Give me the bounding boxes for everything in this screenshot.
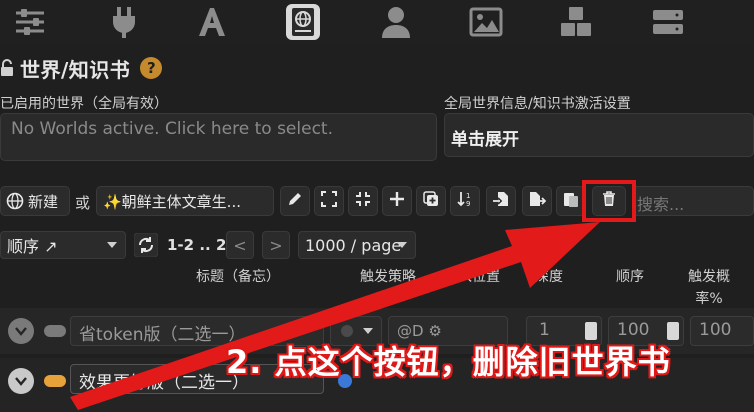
expand-icon (320, 190, 338, 212)
world-book-select[interactable]: ✨朝鲜主体文章生... (96, 186, 274, 216)
col-title: 标题（备忘） (196, 269, 280, 285)
annotation-text: 2. 点这个按钮，删除旧世界书 (226, 343, 671, 381)
global-settings-drawer[interactable]: 单击展开 (444, 113, 754, 157)
new-world-button[interactable]: 新建 (0, 186, 70, 216)
server-icon[interactable] (648, 2, 688, 42)
new-world-label: 新建 (28, 192, 59, 211)
panel-header: 世界/知识书 ? (0, 54, 163, 82)
plus-icon (388, 190, 406, 212)
chevron-down-icon (397, 242, 407, 248)
page-title: 世界/知识书 (20, 57, 131, 82)
chevron-down-icon[interactable] (8, 368, 34, 394)
chevron-down-icon (363, 328, 373, 334)
per-page-value: 1000 / page (305, 235, 402, 255)
entry-title: 效果更好版（二选一） (79, 373, 249, 393)
chevron-down-icon (107, 242, 117, 248)
page-range: 1-2 .. 2 (167, 236, 227, 254)
per-page-select[interactable]: 1000 / page (298, 231, 416, 259)
file-import-icon (492, 190, 510, 212)
next-page-button[interactable]: > (262, 231, 290, 259)
entry-toggle[interactable] (44, 325, 66, 337)
active-worlds-label: 已启用的世界（全局有效） (0, 96, 168, 112)
unlock-icon[interactable] (0, 59, 14, 77)
probability-input[interactable]: 100 (690, 316, 754, 346)
expand-all-button[interactable] (314, 186, 344, 216)
entry-title: 省token版（二选一） (79, 325, 246, 345)
expand-label: 单击展开 (451, 130, 519, 150)
or-label: 或 (75, 194, 91, 212)
cubes-icon[interactable] (556, 2, 596, 42)
entry-toggle[interactable] (44, 375, 66, 387)
compress-icon (354, 190, 372, 212)
duplicate-button[interactable] (416, 186, 446, 216)
globe-icon (6, 192, 24, 210)
plug-icon[interactable] (104, 2, 144, 42)
image-icon[interactable] (466, 2, 506, 42)
svg-text:9: 9 (466, 200, 470, 208)
copy-plus-icon (422, 190, 440, 212)
col-position: 插入位置 (444, 269, 500, 285)
col-depth: 深度 (535, 269, 563, 285)
active-worlds-select[interactable]: No Worlds active. Click here to select. (0, 113, 437, 161)
col-probability: 触发概 率% (688, 269, 730, 307)
sort-value: 顺序 ↗ (7, 237, 58, 256)
sort-numeric-icon: 19 (456, 190, 474, 212)
world-info-panel: 世界/知识书 ? 已启用的世界（全局有效） No Worlds active. … (0, 0, 754, 412)
sort-select[interactable]: 顺序 ↗ (0, 231, 126, 259)
search-input[interactable]: 搜索... (632, 186, 754, 216)
prev-page-button[interactable]: < (226, 231, 254, 259)
rename-button[interactable] (280, 186, 310, 216)
world-book-icon[interactable] (286, 4, 320, 40)
user-icon[interactable] (376, 2, 416, 42)
pencil-icon (286, 190, 304, 212)
sliders-icon[interactable] (10, 2, 50, 42)
global-settings-label: 全局世界信息/知识书激活设置 (444, 96, 631, 112)
search-placeholder: 搜索... (637, 195, 685, 214)
highlight-box (582, 180, 636, 222)
entry-probability: 100 (699, 320, 732, 340)
add-entry-button[interactable] (382, 186, 412, 216)
world-book-name: ✨朝鲜主体文章生... (103, 192, 241, 211)
collapse-all-button[interactable] (348, 186, 378, 216)
sort-button[interactable]: 19 (450, 186, 480, 216)
paste-icon (562, 190, 580, 212)
col-trigger-strategy: 触发策略 (360, 269, 416, 285)
file-export-icon (528, 190, 547, 212)
export-button[interactable] (522, 186, 552, 216)
col-order: 顺序 (616, 269, 644, 285)
svg-text:1: 1 (466, 192, 470, 200)
top-nav-bar (0, 0, 754, 44)
import-button[interactable] (486, 186, 516, 216)
active-worlds-placeholder: No Worlds active. Click here to select. (11, 119, 333, 139)
chevron-down-icon[interactable] (8, 318, 34, 344)
refresh-icon[interactable] (133, 232, 159, 258)
strategy-dot-icon (341, 325, 353, 337)
help-icon[interactable]: ? (140, 57, 163, 79)
font-icon[interactable] (192, 2, 232, 42)
